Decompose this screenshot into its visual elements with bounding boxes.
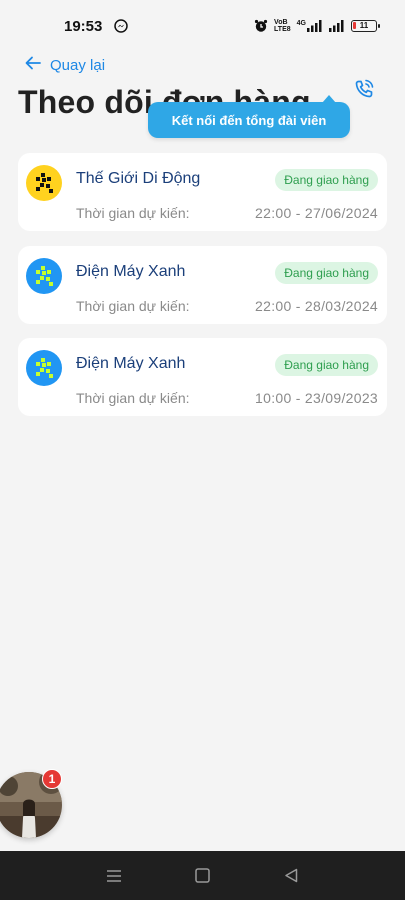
eta-label: Thời gian dự kiến: <box>76 205 190 221</box>
system-nav-bar <box>0 851 405 900</box>
battery-icon: 11 <box>351 20 380 32</box>
back-triangle-icon[interactable] <box>276 861 306 891</box>
alarm-icon <box>254 19 268 33</box>
store-name: Thế Giới Di Động <box>76 170 201 187</box>
order-card[interactable]: Điện Máy Xanh Đang giao hàng Thời gian d… <box>18 246 387 324</box>
messenger-icon <box>114 19 129 33</box>
notification-badge: 1 <box>42 769 62 789</box>
status-bar: 19:53 VoB LTE8 4G 11 <box>0 0 405 52</box>
home-square-icon[interactable] <box>187 861 217 891</box>
store-name: Điện Máy Xanh <box>76 263 186 280</box>
eta-value: 10:00 - 23/09/2023 <box>255 390 378 406</box>
signal-icon <box>329 20 345 32</box>
order-card[interactable]: Thế Giới Di Động Đang giao hàng Thời gia… <box>18 153 387 231</box>
store-logo-tgdd <box>26 165 62 201</box>
eta-value: 22:00 - 28/03/2024 <box>255 298 378 314</box>
call-center-tooltip[interactable]: Kết nối đến tổng đài viên <box>148 95 350 138</box>
eta-value: 22:00 - 27/06/2024 <box>255 205 378 221</box>
volte-label: VoB LTE8 <box>274 19 291 33</box>
eta-label: Thời gian dự kiến: <box>76 298 190 314</box>
back-button[interactable]: Quay lại <box>24 54 105 76</box>
status-badge: Đang giao hàng <box>275 354 378 376</box>
store-logo-dmx <box>26 350 62 386</box>
status-badge: Đang giao hàng <box>275 169 378 191</box>
store-logo-dmx <box>26 258 62 294</box>
arrow-left-icon <box>24 54 42 76</box>
order-card[interactable]: Điện Máy Xanh Đang giao hàng Thời gian d… <box>18 338 387 416</box>
status-badge: Đang giao hàng <box>275 262 378 284</box>
signal-4g-icon: 4G <box>297 20 323 32</box>
back-label: Quay lại <box>50 56 106 74</box>
status-time: 19:53 <box>64 17 103 35</box>
phone-call-icon[interactable] <box>352 77 376 106</box>
eta-label: Thời gian dự kiến: <box>76 390 190 406</box>
store-name: Điện Máy Xanh <box>76 355 186 372</box>
status-icons: VoB LTE8 4G 11 <box>254 19 380 33</box>
menu-icon[interactable] <box>99 861 129 891</box>
